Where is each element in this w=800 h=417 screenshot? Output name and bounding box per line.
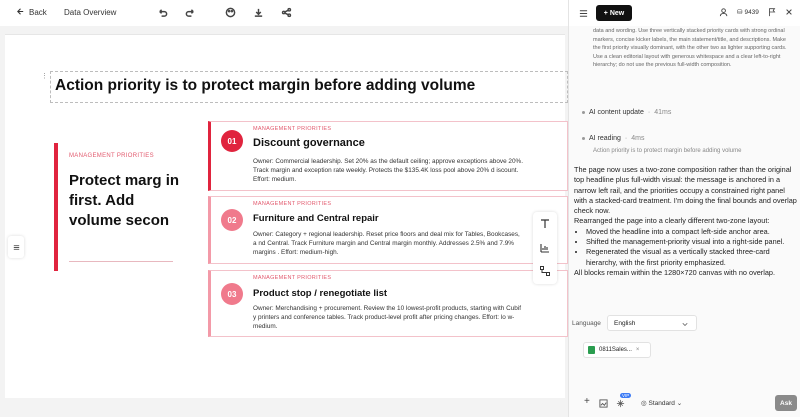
priority-card-2[interactable]: 02 MANAGEMENT PRIORITIES Furniture and C… [208,196,568,264]
chevron-down-icon: ⌄ [676,400,683,407]
credits-counter[interactable]: ⛁ 9439 [737,8,759,17]
outline-toggle-button[interactable] [8,236,24,258]
document-title[interactable]: Data Overview [64,8,116,17]
remove-file-icon[interactable]: × [636,347,640,353]
share-icon[interactable] [280,6,292,18]
priority-card-3[interactable]: 03 MANAGEMENT PRIORITIES Product stop / … [208,270,568,337]
step-separator: · [624,135,628,142]
attached-file-chip[interactable]: 0811Sales... × [583,342,651,358]
coin-icon: ⛁ [737,9,743,16]
response-intro: The page now uses a two-zone composition… [574,165,797,216]
response-outro: All blocks remain within the 1280×720 ca… [574,267,775,277]
list-icon [13,244,19,250]
step-content-update[interactable]: AI content update · 41ms [582,109,671,116]
card-number-badge: 02 [221,209,243,231]
step-reading[interactable]: AI reading · 4ms [582,135,645,142]
sparkle-icon[interactable] [616,399,625,408]
ask-button[interactable]: Ask [775,395,797,411]
add-attachment-icon[interactable]: + [584,396,590,407]
assistant-response: The page now uses a two-zone composition… [574,165,797,278]
prompt-excerpt: data and wording. Use three vertically s… [593,28,787,69]
step-dot-icon [582,111,585,114]
left-kicker: MANAGEMENT PRIORITIES [69,153,154,159]
slide[interactable]: ⋮ Action priority is to protect margin b… [5,34,568,398]
menu-icon[interactable] [579,9,588,18]
image-icon[interactable] [599,399,608,408]
vip-badge: VIP [620,393,632,398]
floating-toolbar [533,212,557,284]
step-reading-detail: Action priority is to protect margin bef… [593,148,742,154]
canvas-area: ⋮ Action priority is to protect margin b… [0,26,568,417]
card-kicker: MANAGEMENT PRIORITIES [253,126,332,132]
headline-block[interactable]: Action priority is to protect margin bef… [50,71,568,103]
close-icon[interactable] [785,8,793,16]
back-button[interactable]: Back [16,7,47,18]
left-divider [69,261,173,262]
text-tool-icon[interactable] [539,218,551,230]
undo-icon[interactable] [156,6,168,18]
card-number-badge: 03 [221,283,243,305]
card-kicker: MANAGEMENT PRIORITIES [253,275,332,281]
diagram-tool-icon[interactable] [539,265,551,277]
card-title: Product stop / renegotiate list [253,288,388,299]
chevron-down-icon [682,322,688,327]
response-bullet: Shifted the management-priority visual i… [586,237,797,247]
language-label: Language [572,320,601,327]
top-toolbar: Back Data Overview [0,0,568,26]
plus-icon: + [603,9,608,17]
chart-tool-icon[interactable] [539,242,551,254]
card-description: Owner: Commercial leadership. Set 20% as… [253,158,523,183]
flag-icon[interactable] [767,7,777,17]
response-rearranged: Rearranged the page into a clearly diffe… [574,216,770,226]
language-select[interactable]: English [607,315,697,331]
back-label: Back [29,8,47,17]
composer-bar: + VIP ◎ Standard ⌄ Ask [569,392,800,417]
step-dot-icon [582,137,585,140]
mode-select[interactable]: ◎ Standard ⌄ [641,399,682,407]
card-kicker: MANAGEMENT PRIORITIES [253,201,332,207]
card-number-badge: 01 [221,130,243,152]
users-icon[interactable] [719,7,730,18]
left-accent-bar [54,143,58,271]
redo-icon[interactable] [184,6,196,18]
drag-handle-icon[interactable]: ⋮ [41,72,48,80]
priority-card-1[interactable]: 01 MANAGEMENT PRIORITIES Discount govern… [208,121,568,191]
card-title: Discount governance [253,137,365,149]
response-bullet: Regenerated the visual as a vertically s… [586,247,797,268]
left-title[interactable]: Protect marg in first. Add volume secon [69,171,184,231]
response-bullet: Moved the headline into a compact left-s… [586,227,797,237]
download-icon[interactable] [252,6,264,18]
step-separator: · [647,109,651,116]
card-title: Furniture and Central repair [253,213,379,224]
card-description: Owner: Category + regional leadership. R… [253,231,520,256]
slide-headline[interactable]: Action priority is to protect margin bef… [55,77,475,95]
palette-icon[interactable] [224,6,236,18]
panel-header: + New ⛁ 9439 [569,0,800,26]
assistant-panel: + New ⛁ 9439 data and wording. Use three v… [568,0,800,417]
card-description: Owner: Merchandising + procurement. Revi… [253,305,521,330]
arrow-left-icon [16,7,25,18]
new-button[interactable]: + New [596,5,632,21]
mode-icon: ◎ [641,400,647,407]
spreadsheet-icon [588,346,595,354]
